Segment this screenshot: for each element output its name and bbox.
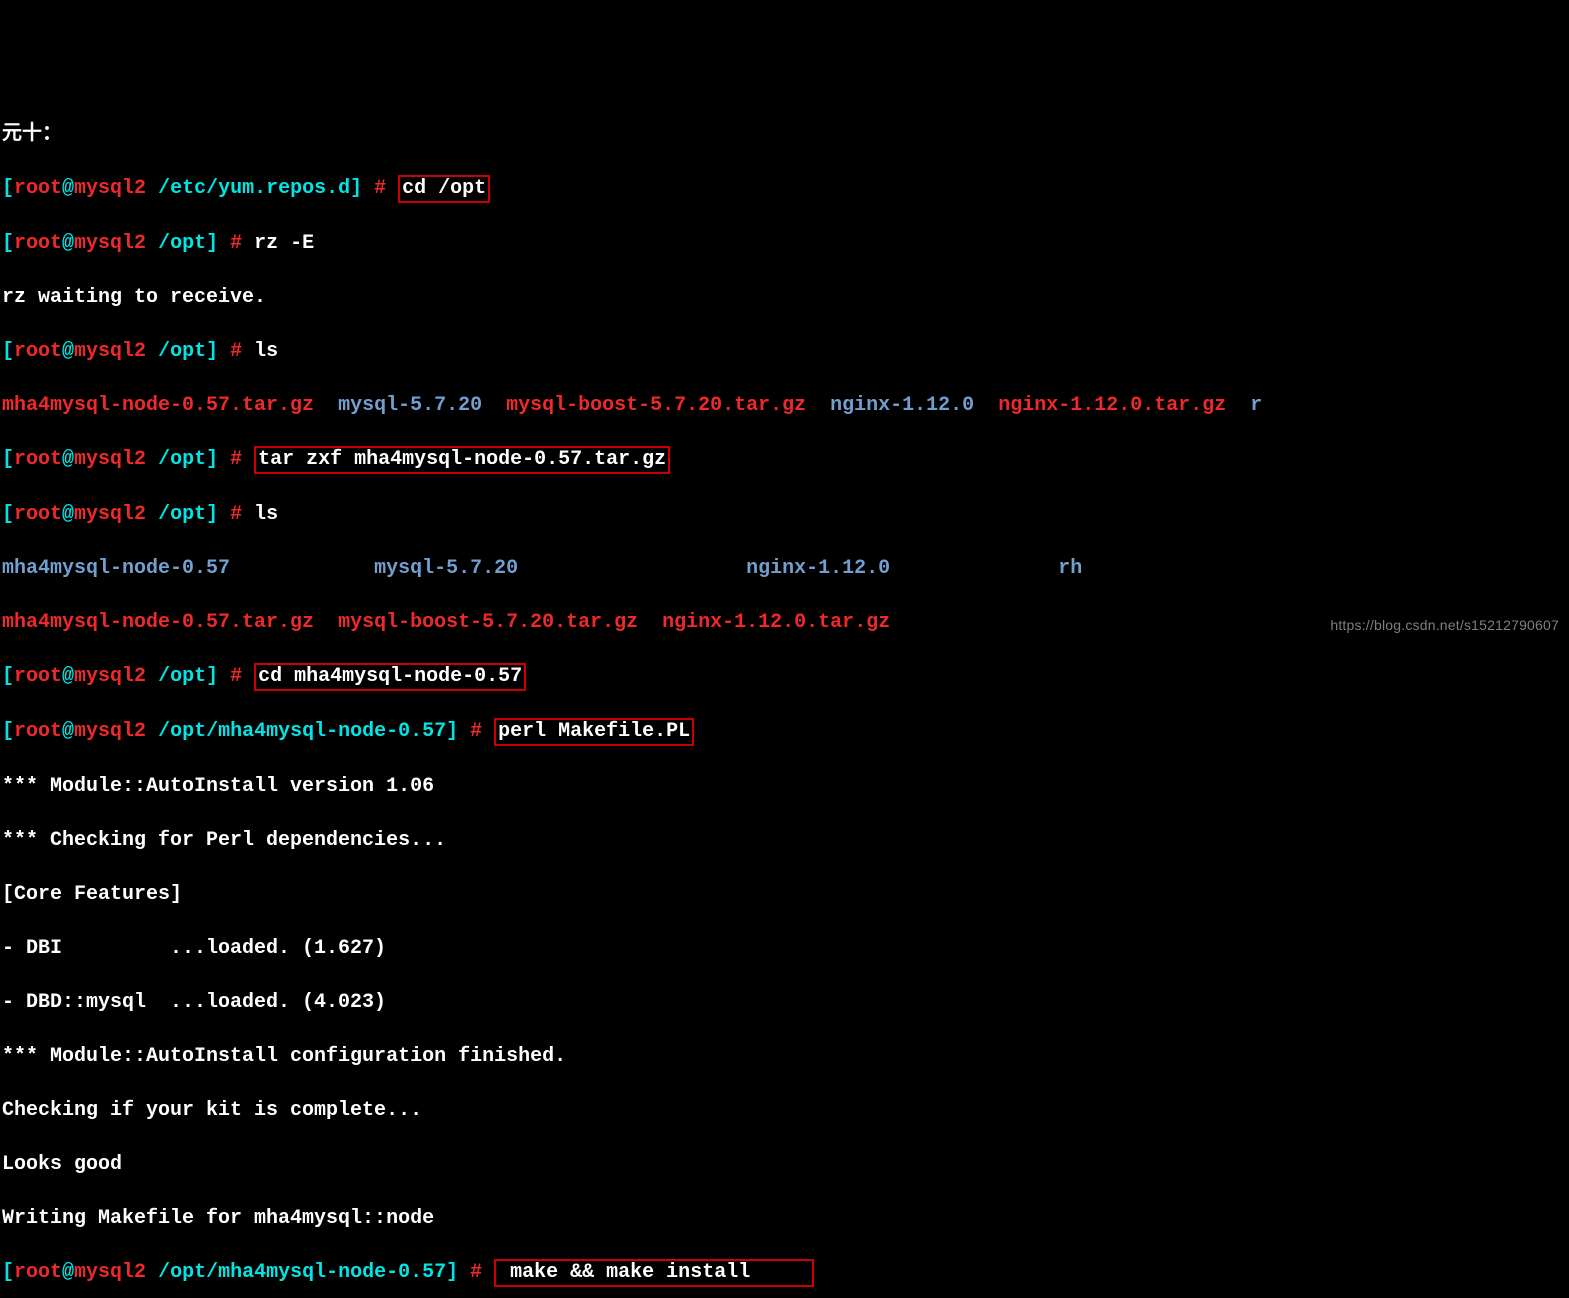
terminal-output: 元十： [root@mysql2 /etc/yum.repos.d] # cd … (2, 110, 1567, 1298)
ls-output-1: mha4mysql-node-0.57.tar.gz mysql-5.7.20 … (2, 392, 1567, 419)
prompt-line-3[interactable]: [root@mysql2 /opt] # ls (2, 338, 1567, 365)
prompt-line-1[interactable]: [root@mysql2 /etc/yum.repos.d] # cd /opt (2, 175, 1567, 203)
prompt-line-8[interactable]: [root@mysql2 /opt/mha4mysql-node-0.57] #… (2, 1259, 1567, 1287)
prompt-line-7[interactable]: [root@mysql2 /opt/mha4mysql-node-0.57] #… (2, 718, 1567, 746)
perl-out-9: Writing Makefile for mha4mysql::node (2, 1205, 1567, 1232)
perl-out-4: - DBI ...loaded. (1.627) (2, 935, 1567, 962)
output-rz: rz waiting to receive. (2, 284, 1567, 311)
prompt-line-4[interactable]: [root@mysql2 /opt] # tar zxf mha4mysql-n… (2, 446, 1567, 474)
perl-out-2: *** Checking for Perl dependencies... (2, 827, 1567, 854)
perl-out-3: [Core Features] (2, 881, 1567, 908)
perl-out-8: Looks good (2, 1151, 1567, 1178)
ls-output-2a: mha4mysql-node-0.57 mysql-5.7.20 nginx-1… (2, 555, 1567, 582)
cmd-cd-opt: cd /opt (398, 175, 490, 203)
perl-out-7: Checking if your kit is complete... (2, 1097, 1567, 1124)
prompt-line-2[interactable]: [root@mysql2 /opt] # rz -E (2, 230, 1567, 257)
cmd-make: make && make install (494, 1259, 814, 1287)
perl-out-1: *** Module::AutoInstall version 1.06 (2, 773, 1567, 800)
cmd-perl: perl Makefile.PL (494, 718, 694, 746)
cut-text: 元十： (2, 121, 1567, 148)
perl-out-6: *** Module::AutoInstall configuration fi… (2, 1043, 1567, 1070)
cmd-tar: tar zxf mha4mysql-node-0.57.tar.gz (254, 446, 670, 474)
perl-out-5: - DBD::mysql ...loaded. (4.023) (2, 989, 1567, 1016)
prompt-line-6[interactable]: [root@mysql2 /opt] # cd mha4mysql-node-0… (2, 663, 1567, 691)
watermark: https://blog.csdn.net/s15212790607 (1330, 616, 1559, 635)
cmd-cd-mha: cd mha4mysql-node-0.57 (254, 663, 526, 691)
prompt-line-5[interactable]: [root@mysql2 /opt] # ls (2, 501, 1567, 528)
